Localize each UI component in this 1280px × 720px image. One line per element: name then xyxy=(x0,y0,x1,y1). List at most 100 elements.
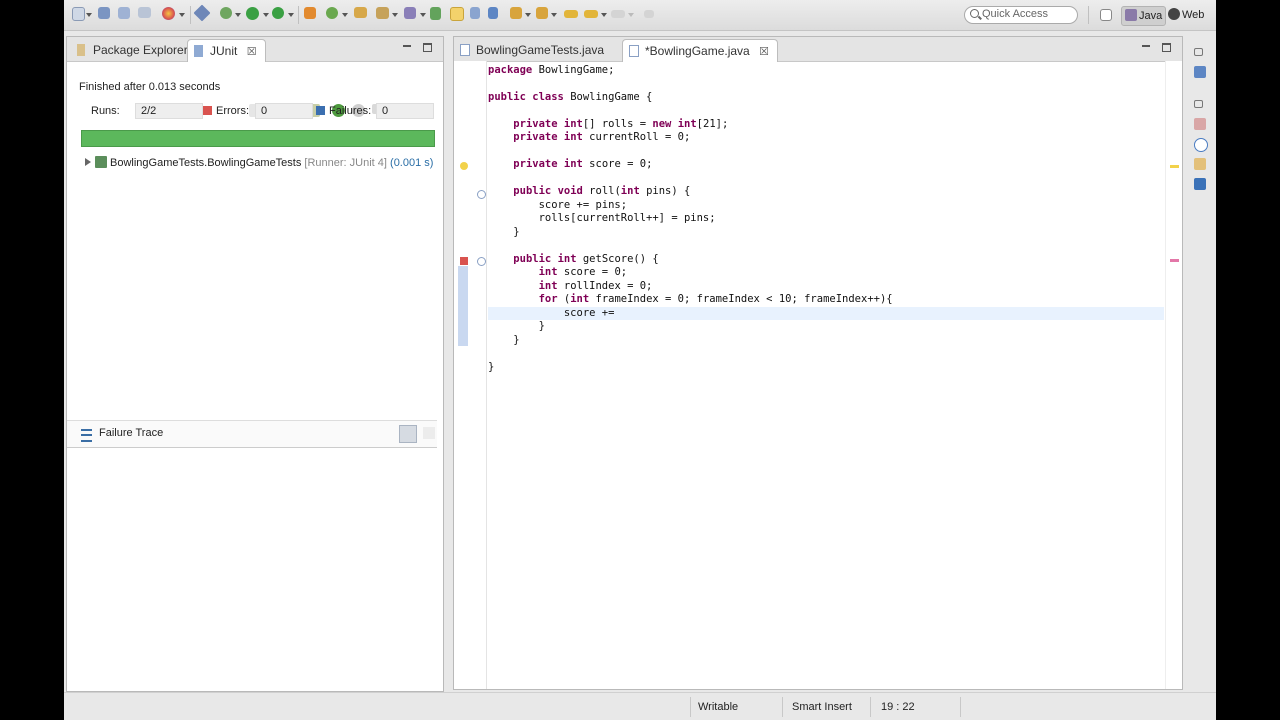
code-editor[interactable]: package BowlingGame; public class Bowlin… xyxy=(488,61,1164,689)
block-selection-icon[interactable] xyxy=(488,7,498,19)
console-icon[interactable] xyxy=(1194,178,1206,190)
declaration-icon[interactable] xyxy=(1194,158,1206,170)
code-line: private int[] rolls = new int[21]; xyxy=(513,118,729,130)
test-runner-label: [Runner: JUnit 4] xyxy=(304,157,387,169)
failures-counter: Failures: 0 xyxy=(316,103,434,119)
code-line: for (int frameIndex = 0; frameIndex < 10… xyxy=(538,293,893,305)
restore-icon[interactable] xyxy=(1194,100,1203,108)
open-perspective-icon[interactable] xyxy=(1100,9,1112,21)
quick-access-placeholder: Quick Access xyxy=(982,8,1049,20)
coverage-icon[interactable] xyxy=(272,7,284,19)
change-range-indicator xyxy=(458,266,468,346)
previous-annotation-dropdown-icon[interactable] xyxy=(551,13,557,17)
fold-collapse-icon[interactable] xyxy=(477,257,486,266)
warning-marker-icon[interactable] xyxy=(460,162,468,170)
warning-overview-marker[interactable] xyxy=(1170,165,1179,168)
new-java-project-icon[interactable] xyxy=(304,7,316,19)
junit-icon xyxy=(194,45,203,57)
maximize-icon[interactable] xyxy=(423,43,432,52)
restore-icon[interactable] xyxy=(1194,48,1203,56)
next-annotation-icon[interactable] xyxy=(510,7,522,19)
open-task-icon[interactable] xyxy=(404,7,416,19)
code-line: private int score = 0; xyxy=(513,158,653,170)
toggle-breadcrumb-icon[interactable] xyxy=(430,7,441,20)
tab-bowlinggametests-label: BowlingGameTests.java xyxy=(476,43,605,57)
previous-annotation-icon[interactable] xyxy=(536,7,548,19)
error-overview-marker[interactable] xyxy=(1170,259,1179,262)
web-perspective-icon xyxy=(1168,8,1180,20)
run-icon[interactable] xyxy=(246,7,259,20)
perspective-java-label: Java xyxy=(1139,10,1163,22)
writable-status: Writable xyxy=(698,701,739,713)
runs-counter: Runs: 2/2 xyxy=(91,103,203,119)
palette-icon[interactable] xyxy=(162,7,175,20)
editor-tabbar: BowlingGameTests.java *BowlingGame.java … xyxy=(454,37,1182,62)
perspective-java-button[interactable]: Java xyxy=(1121,6,1167,26)
junit-status-text: Finished after 0.013 seconds xyxy=(79,81,221,93)
new-icon[interactable] xyxy=(72,7,85,21)
runs-label: Runs: xyxy=(91,105,120,117)
print-icon[interactable] xyxy=(138,7,151,18)
expand-triangle-icon[interactable] xyxy=(85,158,91,166)
open-type-icon[interactable] xyxy=(354,7,367,18)
back-icon[interactable] xyxy=(584,10,598,18)
minimize-icon[interactable] xyxy=(1142,42,1150,47)
compare-results-icon xyxy=(423,427,435,439)
debug-dropdown-icon[interactable] xyxy=(235,13,241,17)
runs-value: 2/2 xyxy=(141,105,157,117)
show-whitespace-icon[interactable] xyxy=(470,7,480,19)
tab-package-explorer[interactable]: Package Explorer xyxy=(71,39,196,61)
status-divider xyxy=(782,697,783,717)
code-line: public void roll(int pins) { xyxy=(513,185,691,197)
close-icon[interactable]: ☒ xyxy=(247,41,257,63)
maximize-icon[interactable] xyxy=(1162,43,1171,52)
task-dropdown-icon[interactable] xyxy=(420,13,426,17)
cursor-position-status: 19 : 22 xyxy=(881,701,915,713)
save-icon[interactable] xyxy=(98,7,110,19)
error-icon xyxy=(203,106,212,115)
debug-icon[interactable] xyxy=(220,7,232,19)
toggle-mark-occurrences-icon[interactable] xyxy=(450,7,464,21)
run-dropdown-icon[interactable] xyxy=(263,13,269,17)
status-divider xyxy=(870,697,871,717)
palette-dropdown-icon[interactable] xyxy=(179,13,185,17)
back-dropdown-icon[interactable] xyxy=(601,13,607,17)
test-suite-icon xyxy=(95,156,107,168)
coverage-dropdown-icon[interactable] xyxy=(288,13,294,17)
error-marker-icon[interactable] xyxy=(460,257,468,265)
problems-icon[interactable] xyxy=(1194,118,1206,130)
overview-ruler xyxy=(1165,61,1182,689)
left-panel-tabbar: Package Explorer JUnit ☒ xyxy=(67,37,443,62)
debug-skip-icon[interactable] xyxy=(193,4,211,22)
quick-access-field[interactable]: Quick Access xyxy=(964,6,1078,24)
tab-bowlinggametests-java[interactable]: BowlingGameTests.java xyxy=(454,39,612,61)
minimize-icon[interactable] xyxy=(403,42,411,47)
test-tree-item[interactable]: BowlingGameTests.BowlingGameTests [Runne… xyxy=(85,156,433,169)
outline-icon[interactable] xyxy=(1194,66,1206,78)
save-all-icon[interactable] xyxy=(118,7,130,19)
package-explorer-icon xyxy=(77,44,85,56)
search-icon[interactable] xyxy=(376,7,389,19)
search-dropdown-icon[interactable] xyxy=(392,13,398,17)
test-suite-name: BowlingGameTests.BowlingGameTests xyxy=(110,157,302,169)
code-line: public int getScore() { xyxy=(513,253,659,265)
new-class-dropdown-icon[interactable] xyxy=(342,13,348,17)
javadoc-icon[interactable] xyxy=(1194,138,1208,152)
new-dropdown-icon[interactable] xyxy=(86,13,92,17)
code-line: score += pins; xyxy=(488,199,628,211)
forward-icon xyxy=(611,10,625,18)
tab-bowlinggame-java[interactable]: *BowlingGame.java ☒ xyxy=(622,39,778,62)
close-icon[interactable]: ☒ xyxy=(759,41,769,63)
tab-junit[interactable]: JUnit ☒ xyxy=(187,39,266,62)
last-edit-location-icon[interactable] xyxy=(564,10,578,18)
java-file-icon xyxy=(460,44,470,56)
toolbar-separator xyxy=(190,6,191,24)
perspective-web-button[interactable]: Web xyxy=(1168,6,1204,24)
new-class-icon[interactable] xyxy=(326,7,338,19)
code-line: private int currentRoll = 0; xyxy=(513,131,691,143)
fold-collapse-icon[interactable] xyxy=(477,190,486,199)
errors-counter: Errors: 0 xyxy=(203,103,313,119)
next-annotation-dropdown-icon[interactable] xyxy=(525,13,531,17)
junit-view: Package Explorer JUnit ☒ Finished after … xyxy=(66,36,444,692)
filter-stack-trace-icon[interactable] xyxy=(399,425,417,443)
